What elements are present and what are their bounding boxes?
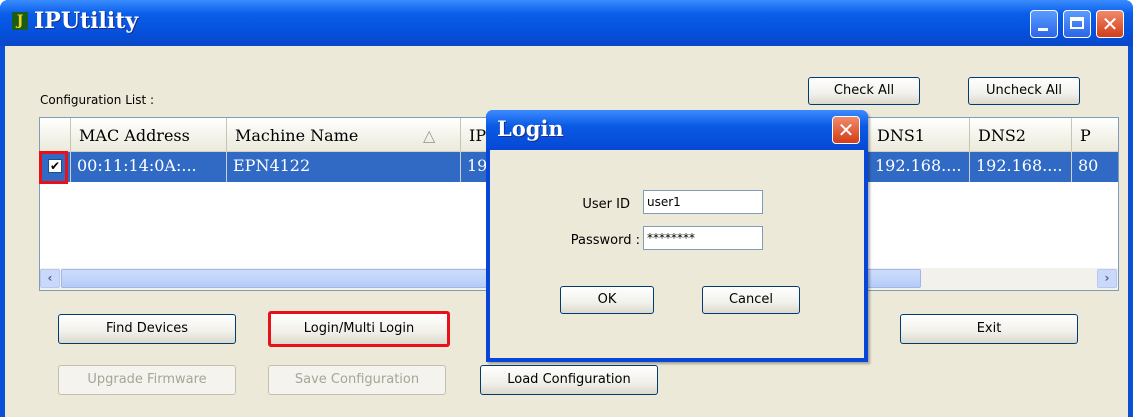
cell-dns2: 192.168.... [970,152,1072,182]
check-all-button[interactable]: Check All [808,77,920,105]
exit-button[interactable]: Exit [900,314,1078,344]
upgrade-firmware-label: Upgrade Firmware [87,372,207,387]
sort-ascending-icon: △ [423,126,436,145]
cell-mac-address: 00:11:14:0A:... [71,152,227,182]
login-dialog: Login ✕ User ID user1 Password : *******… [486,110,868,362]
ok-button[interactable]: OK [560,286,654,314]
save-configuration-label: Save Configuration [294,372,420,387]
password-field[interactable]: ******** [643,226,763,250]
window-title: IPUtility [34,8,139,34]
uncheck-all-button[interactable]: Uncheck All [968,77,1080,105]
ok-label: OK [597,292,617,307]
load-configuration-label: Load Configuration [507,372,631,387]
app-icon: J [12,12,28,30]
header-mac-address[interactable]: MAC Address [71,118,227,151]
cell-dns1: 192.168.... [869,152,970,182]
close-icon: ✕ [837,118,855,142]
uncheck-all-label: Uncheck All [985,83,1063,98]
header-dns2[interactable]: DNS2 [970,118,1072,151]
upgrade-firmware-button[interactable]: Upgrade Firmware [58,365,236,395]
header-dns1[interactable]: DNS1 [869,118,970,151]
login-dialog-body: User ID user1 Password : ******** OK Can… [490,150,864,358]
configuration-list-label: Configuration List : [40,93,155,107]
close-icon: ✕ [1101,12,1119,36]
header-port[interactable]: P [1072,118,1118,151]
user-id-field[interactable]: user1 [643,190,763,214]
cancel-label: Cancel [728,292,774,307]
maximize-button[interactable] [1063,10,1091,38]
save-configuration-button[interactable]: Save Configuration [268,365,446,395]
close-button[interactable]: ✕ [1096,10,1124,38]
header-checkbox-column[interactable] [40,118,71,151]
user-id-label: User ID [582,197,630,212]
cell-machine-name: EPN4122 [227,152,461,182]
login-dialog-title: Login [497,116,564,141]
find-devices-label: Find Devices [106,321,188,336]
exit-label: Exit [976,321,1002,336]
cell-port: 80 [1072,152,1118,182]
login-dialog-close-button[interactable]: ✕ [832,116,860,144]
check-all-label: Check All [833,83,895,98]
minimize-button[interactable] [1030,10,1058,38]
cancel-button[interactable]: Cancel [702,286,800,314]
scroll-left-icon[interactable]: ‹ [40,269,60,288]
login-multi-login-button[interactable]: Login/Multi Login [268,311,450,347]
find-devices-button[interactable]: Find Devices [58,314,236,344]
header-machine-name-label: Machine Name [235,126,359,145]
load-configuration-button[interactable]: Load Configuration [480,365,658,395]
title-bar[interactable]: J IPUtility ✕ [0,0,1133,46]
login-multi-login-label: Login/Multi Login [303,321,415,336]
scroll-right-icon[interactable]: › [1097,269,1117,288]
login-dialog-title-bar[interactable]: Login ✕ [486,110,868,150]
password-label: Password : [570,233,640,248]
checkbox-highlight-frame [39,151,68,184]
header-machine-name[interactable]: Machine Name △ [227,118,461,151]
